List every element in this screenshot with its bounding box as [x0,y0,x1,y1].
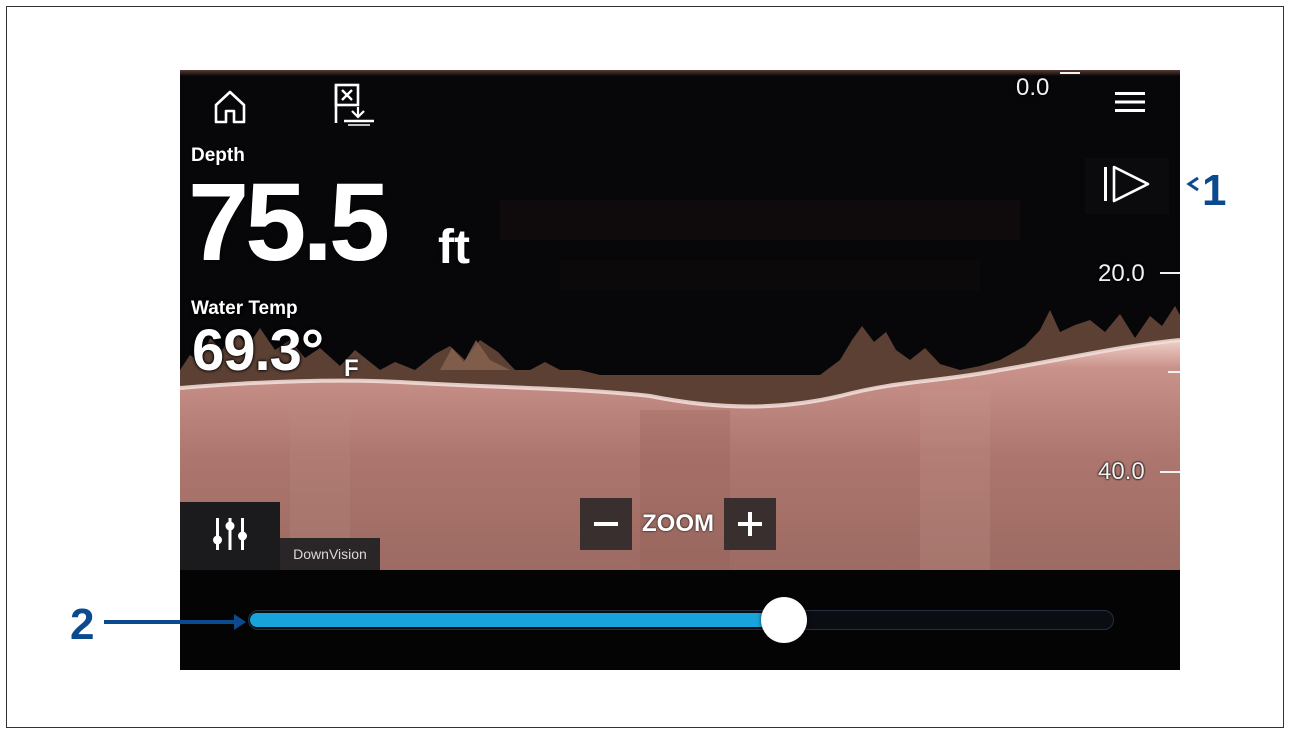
depth-scale-tick [1168,371,1180,373]
depth-value: 75.5 [188,161,390,284]
depth-scale-tick [1060,72,1080,74]
play-resume-icon [1102,164,1152,209]
home-icon [213,89,247,130]
callout-2-arrowhead [234,614,246,630]
depth-scale-tick [1160,272,1180,274]
callout-2-number: 2 [70,600,95,649]
plus-icon [738,512,762,536]
sonar-source-label: DownVision [280,538,380,570]
sliders-settings-icon [210,514,250,559]
zoom-label: ZOOM [642,510,714,537]
depth-scale-label-20: 20.0 [1098,260,1145,287]
zoom-in-button[interactable] [724,498,776,550]
callout-1-number: 1 [1202,166,1227,215]
zoom-controls: ZOOM [580,498,776,550]
water-temp-unit: F [344,355,359,382]
sonar-app-screen: 0.0 20.0 40.0 Depth 75.5 ft Water Temp 6… [180,70,1180,670]
home-button[interactable] [200,80,260,138]
depth-scale-tick [1160,471,1180,473]
callout-2-line [104,620,238,624]
history-slider-fill [250,613,784,627]
water-temp-value: 69.3° [192,318,324,383]
minus-icon [594,522,618,526]
hamburger-menu-icon [1115,90,1145,119]
water-temp-label: Water Temp [191,298,298,319]
callout-1-arrow [1186,176,1199,192]
depth-scale-label-0: 0.0 [1016,74,1050,101]
zoom-out-button[interactable] [580,498,632,550]
depth-unit: ft [438,221,470,274]
depth-scale-label-40: 40.0 [1098,458,1145,485]
history-slider-handle[interactable] [761,597,807,643]
man-overboard-flag-icon [330,81,376,132]
sonar-echo-display [180,70,1180,570]
resume-scrolling-button[interactable] [1085,158,1169,214]
sonar-settings-button[interactable] [180,502,280,570]
man-overboard-button[interactable] [320,76,386,136]
menu-button[interactable] [1100,80,1160,128]
